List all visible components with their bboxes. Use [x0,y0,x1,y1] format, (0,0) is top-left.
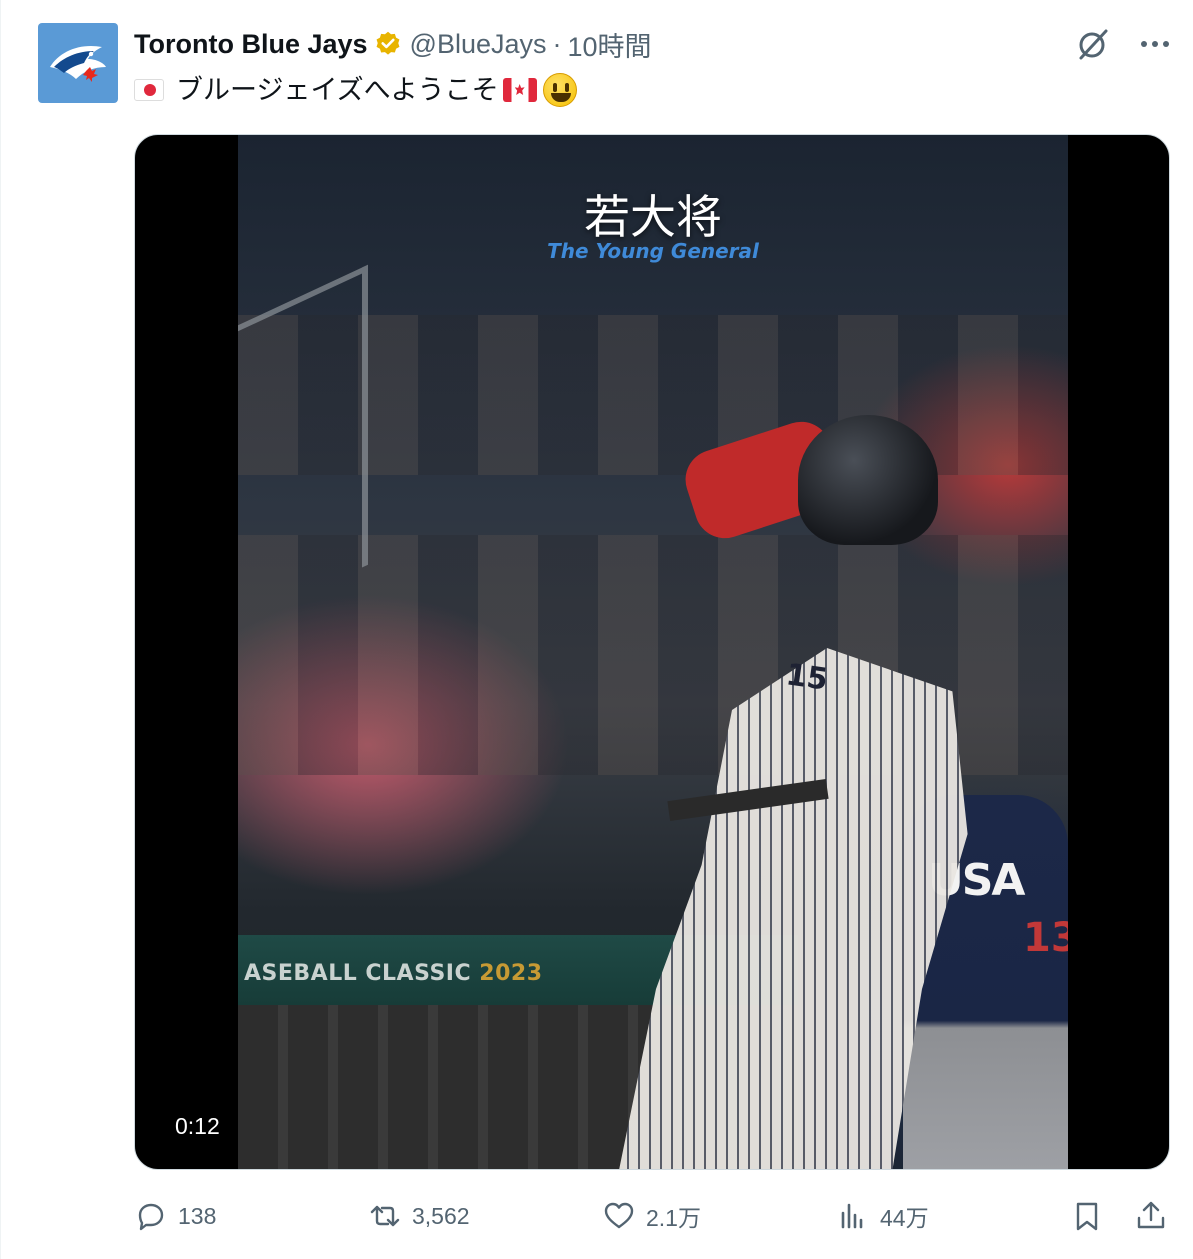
tweet-header: Toronto Blue Jays @BlueJays · 10時間 [134,26,652,62]
flag-canada-icon [502,78,537,102]
bookmark-icon [1076,1202,1098,1231]
analytics-icon [841,1203,863,1229]
avatar[interactable] [38,23,118,103]
tweet-text: ブルージェイズへようこそ [134,72,577,108]
like-button[interactable]: 2.1万 [602,1196,701,1236]
timestamp[interactable]: 10時間 [568,25,652,64]
blue-jays-logo-icon [50,45,106,82]
views-button[interactable]: 44万 [836,1196,929,1236]
wall-banner-text: ASEBALL CLASSIC 2023 [244,961,543,986]
share-button[interactable] [1134,1196,1168,1236]
tweet-text-body: ブルージェイズへようこそ [176,75,499,105]
batter-jersey-number: 15 [783,657,830,698]
flag-japan-icon [134,79,164,101]
video-player[interactable]: ASEBALL CLASSIC 2023 USA 13 15 若大将 The Y… [134,134,1170,1170]
video-overlay-title: 若大将 [584,190,722,244]
stadium-rail [238,264,368,626]
verified-badge-icon[interactable] [374,30,402,58]
reply-button[interactable]: 138 [134,1196,216,1236]
video-overlay-subtitle: The Young General [547,239,759,263]
video-duration: 0:12 [175,1113,220,1139]
grok-icon[interactable] [1075,26,1111,62]
repost-count: 3,562 [412,1202,470,1229]
batter-helmet [798,415,938,545]
tweet[interactable]: Toronto Blue Jays @BlueJays · 10時間 ブルージェ… [0,0,1193,1259]
separator-dot: · [552,28,562,59]
reply-icon [138,1203,164,1231]
like-count: 2.1万 [646,1205,701,1231]
more-options-icon[interactable] [1137,26,1173,62]
reply-count: 138 [178,1202,217,1229]
share-icon [1137,1201,1165,1229]
bookmark-button[interactable] [1070,1196,1104,1236]
display-name[interactable]: Toronto Blue Jays [134,29,368,60]
view-count: 44万 [880,1205,929,1231]
tweet-top-actions [1075,26,1173,62]
usa-jersey-number: 13 [1023,915,1068,961]
heart-icon [604,1202,634,1229]
tweet-actions-bar: 138 3,562 2.1万 44万 [134,1196,1170,1236]
repost-button[interactable]: 3,562 [368,1196,470,1236]
video-frame[interactable]: ASEBALL CLASSIC 2023 USA 13 15 若大将 The Y… [238,135,1068,1169]
repost-icon [370,1205,400,1227]
grinning-face-icon [542,73,577,107]
handle[interactable]: @BlueJays [410,29,547,60]
